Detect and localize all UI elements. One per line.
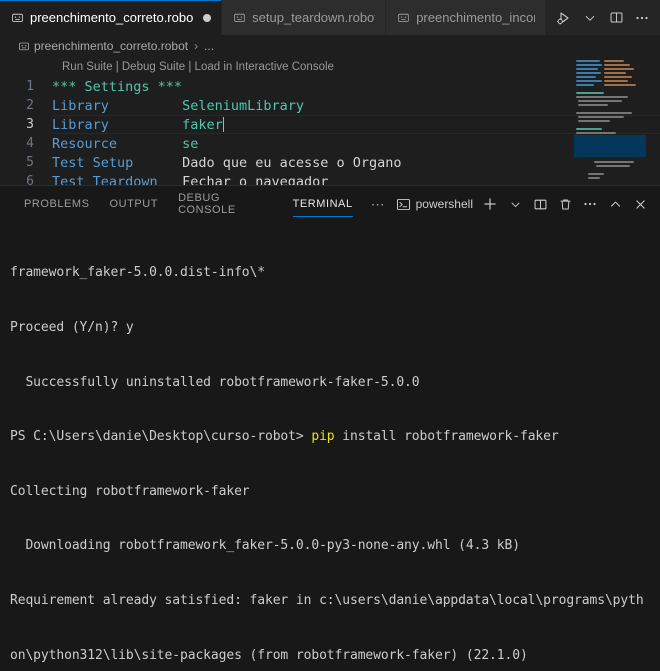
panel-tab-label: DEBUG CONSOLE (178, 192, 236, 216)
code-line[interactable]: 6 Test Teardown Fechar o navegador (0, 172, 660, 186)
code-line[interactable]: 5 Test Setup Dado que eu acesse o Organo (0, 153, 660, 172)
code-token-heading: *** Settings *** (52, 78, 183, 95)
terminal-command-line: PS C:\Users\danie\Desktop\curso-robot> p… (10, 428, 660, 446)
tab-problems[interactable]: PROBLEMS (14, 186, 100, 222)
code-token-value: SeleniumLibrary (182, 97, 304, 114)
editor-tab-label: preenchimento_incor (416, 10, 535, 25)
more-actions-icon[interactable] (630, 4, 654, 32)
kill-terminal-icon[interactable] (553, 192, 577, 216)
code-token-setting: Test Teardown (52, 173, 158, 186)
breadcrumb-separator: › (194, 39, 199, 53)
terminal-line: Collecting robotframework-faker (10, 483, 250, 499)
code-lens-label[interactable]: Run Suite | Debug Suite | Load in Intera… (62, 61, 334, 73)
line-content[interactable]: Test Setup Dado que eu acesse o Organo (52, 155, 402, 171)
terminal-line: Downloading robotframework_faker-5.0.0-p… (10, 538, 520, 554)
chevron-down-icon[interactable] (503, 192, 527, 216)
editor-tabs: preenchimento_correto.robot setup_teardo… (0, 0, 546, 35)
code-line[interactable]: 4 Resource se (0, 134, 660, 153)
terminal-prompt: PS C:\Users\danie\Desktop\curso-robot> (10, 429, 312, 445)
terminal-output[interactable]: framework_faker-5.0.0.dist-info\* Procee… (0, 222, 660, 671)
run-and-debug-icon[interactable] (552, 4, 576, 32)
code-token-value: faker (182, 116, 223, 133)
code-token-setting: Test Setup (52, 154, 134, 171)
close-panel-icon[interactable] (628, 192, 652, 216)
code-token-keyword: Fechar o navegador (182, 173, 329, 186)
terminal-shell-selector[interactable]: powershell (394, 197, 477, 212)
code-line-active[interactable]: 3 Library faker (0, 115, 660, 134)
editor-toolbar (546, 0, 660, 35)
panel-more-tabs-icon[interactable]: ⋯ (363, 186, 394, 222)
editor-tab-label: preenchimento_correto.robot (30, 10, 194, 25)
line-number: 3 (26, 117, 34, 132)
code-editor[interactable]: Run Suite | Debug Suite | Load in Intera… (0, 57, 660, 185)
editor-tab-preenchimento-incorreto[interactable]: preenchimento_incor (386, 0, 546, 35)
panel-actions: powershell (394, 186, 660, 222)
unsaved-indicator-icon[interactable] (203, 13, 212, 22)
line-content[interactable]: Library SeleniumLibrary (52, 98, 304, 114)
breadcrumb: preenchimento_correto.robot › ... (0, 35, 660, 57)
robot-file-icon (10, 11, 24, 25)
line-content[interactable]: Library faker (52, 116, 225, 133)
code-line[interactable]: 1 *** Settings *** (0, 77, 660, 96)
tab-output[interactable]: OUTPUT (100, 186, 169, 222)
new-terminal-icon[interactable] (478, 192, 502, 216)
breadcrumb-file-icon (18, 40, 30, 52)
terminal-command-args: install robotframework-faker (334, 429, 559, 445)
editor-tab-preenchimento-correto[interactable]: preenchimento_correto.robot (0, 0, 223, 35)
code-token-value: se (182, 135, 199, 152)
vscode-window: preenchimento_correto.robot setup_teardo… (0, 0, 660, 671)
code-lens[interactable]: Run Suite | Debug Suite | Load in Intera… (0, 57, 660, 77)
maximize-panel-icon[interactable] (603, 192, 627, 216)
terminal-more-icon[interactable] (578, 192, 602, 216)
editor-tab-bar: preenchimento_correto.robot setup_teardo… (0, 0, 660, 35)
chevron-down-icon[interactable] (578, 4, 602, 32)
breadcrumb-overflow[interactable]: ... (204, 39, 214, 53)
code-token-setting: Library (52, 116, 109, 133)
robot-file-icon (232, 11, 246, 25)
line-number: 5 (26, 155, 34, 170)
terminal-command-name: pip (311, 429, 335, 445)
terminal-line: Requirement already satisfied: faker in … (10, 592, 644, 608)
editor-tab-label: setup_teardown.robot (252, 10, 376, 25)
line-number: 4 (26, 136, 34, 151)
panel-tab-label: OUTPUT (109, 198, 159, 210)
code-token-setting: Library (52, 97, 109, 114)
terminal-shell-label: powershell (415, 197, 473, 211)
tab-terminal[interactable]: TERMINAL (283, 186, 363, 222)
line-number: 1 (26, 79, 34, 94)
code-token-setting: Resource (52, 135, 118, 152)
line-content[interactable]: Test Teardown Fechar o navegador (52, 174, 328, 186)
breadcrumb-file-label[interactable]: preenchimento_correto.robot (34, 39, 188, 53)
line-content[interactable]: Resource se (52, 136, 198, 152)
code-lines[interactable]: 1 *** Settings *** 2 Library SeleniumLib… (0, 77, 660, 185)
code-token-keyword: Dado que eu acesse o Organo (182, 154, 402, 171)
terminal-line: on\python312\lib\site-packages (from rob… (10, 647, 528, 663)
panel-tabs: PROBLEMS OUTPUT DEBUG CONSOLE TERMINAL ⋯ (14, 186, 394, 222)
robot-file-icon (396, 11, 410, 25)
panel-header: PROBLEMS OUTPUT DEBUG CONSOLE TERMINAL ⋯… (0, 186, 660, 222)
split-editor-icon[interactable] (604, 4, 628, 32)
tab-debug-console[interactable]: DEBUG CONSOLE (168, 186, 283, 222)
bottom-panel: PROBLEMS OUTPUT DEBUG CONSOLE TERMINAL ⋯… (0, 185, 660, 671)
terminal-icon (396, 197, 411, 212)
text-cursor (222, 116, 225, 132)
split-terminal-icon[interactable] (528, 192, 552, 216)
editor-tab-setup-teardown[interactable]: setup_teardown.robot (222, 0, 387, 35)
line-number: 6 (26, 174, 34, 185)
terminal-line: Successfully uninstalled robotframework-… (10, 374, 420, 390)
line-number: 2 (26, 98, 34, 113)
panel-tab-label: TERMINAL (292, 198, 353, 210)
terminal-line: Proceed (Y/n)? y (10, 320, 134, 335)
terminal-line: framework_faker-5.0.0.dist-info\* (10, 265, 265, 281)
code-line[interactable]: 2 Library SeleniumLibrary (0, 96, 660, 115)
panel-tab-label: PROBLEMS (24, 198, 90, 210)
line-content[interactable]: *** Settings *** (52, 79, 182, 95)
